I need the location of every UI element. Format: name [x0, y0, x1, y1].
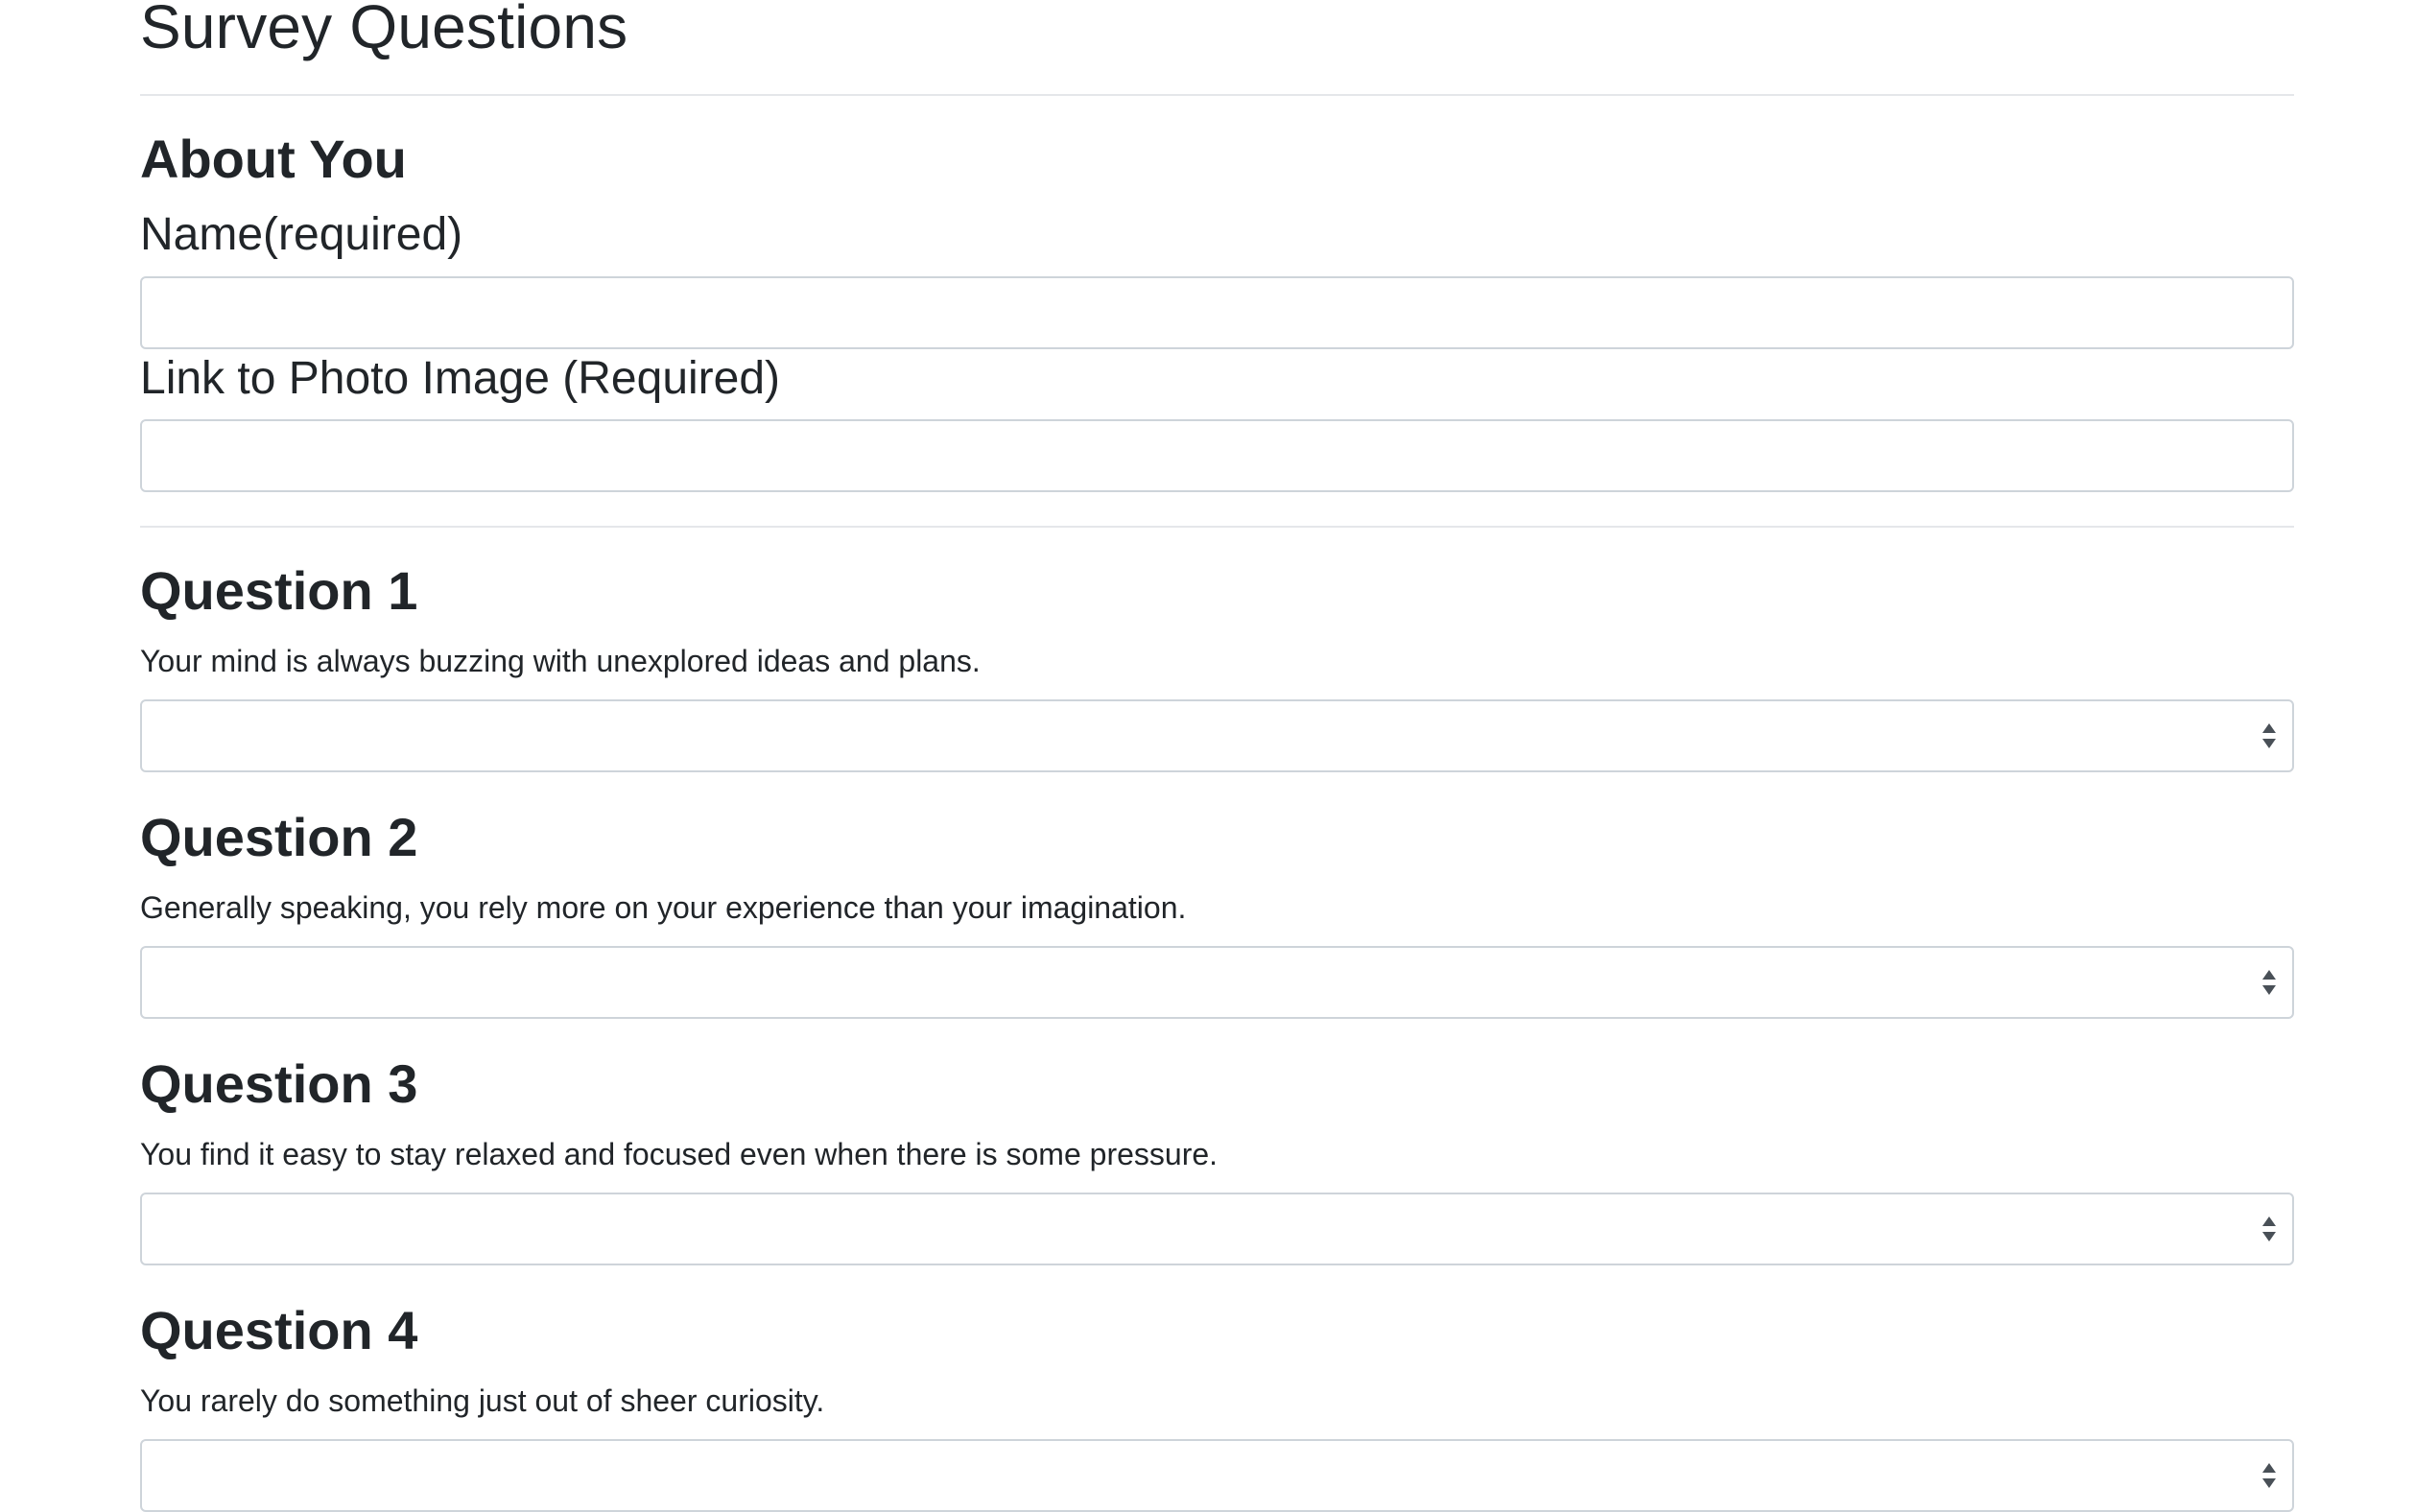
name-label: Name(required) — [140, 209, 463, 260]
question-4-heading: Question 4 — [140, 1300, 418, 1360]
up-down-caret-icon — [2262, 970, 2276, 995]
question-2-heading: Question 2 — [140, 807, 418, 867]
photo-link-input[interactable] — [140, 419, 2294, 492]
about-heading: About You — [140, 129, 407, 189]
section-divider — [140, 526, 2294, 528]
name-input[interactable] — [140, 276, 2294, 349]
question-4-select[interactable] — [140, 1439, 2294, 1512]
up-down-caret-icon — [2262, 723, 2276, 748]
question-1-select[interactable] — [140, 699, 2294, 772]
question-1-heading: Question 1 — [140, 560, 418, 621]
question-4-text: You rarely do something just out of shee… — [140, 1383, 825, 1418]
question-3-select[interactable] — [140, 1193, 2294, 1265]
question-2-text: Generally speaking, you rely more on you… — [140, 890, 1187, 925]
question-3-heading: Question 3 — [140, 1053, 418, 1114]
question-1-text: Your mind is always buzzing with unexplo… — [140, 644, 981, 678]
page-title: Survey Questions — [140, 0, 628, 61]
up-down-caret-icon — [2262, 1217, 2276, 1241]
question-2-select[interactable] — [140, 946, 2294, 1019]
photo-link-label: Link to Photo Image (Required) — [140, 353, 781, 404]
up-down-caret-icon — [2262, 1463, 2276, 1488]
title-divider — [140, 94, 2294, 96]
question-3-text: You find it easy to stay relaxed and foc… — [140, 1137, 1219, 1171]
